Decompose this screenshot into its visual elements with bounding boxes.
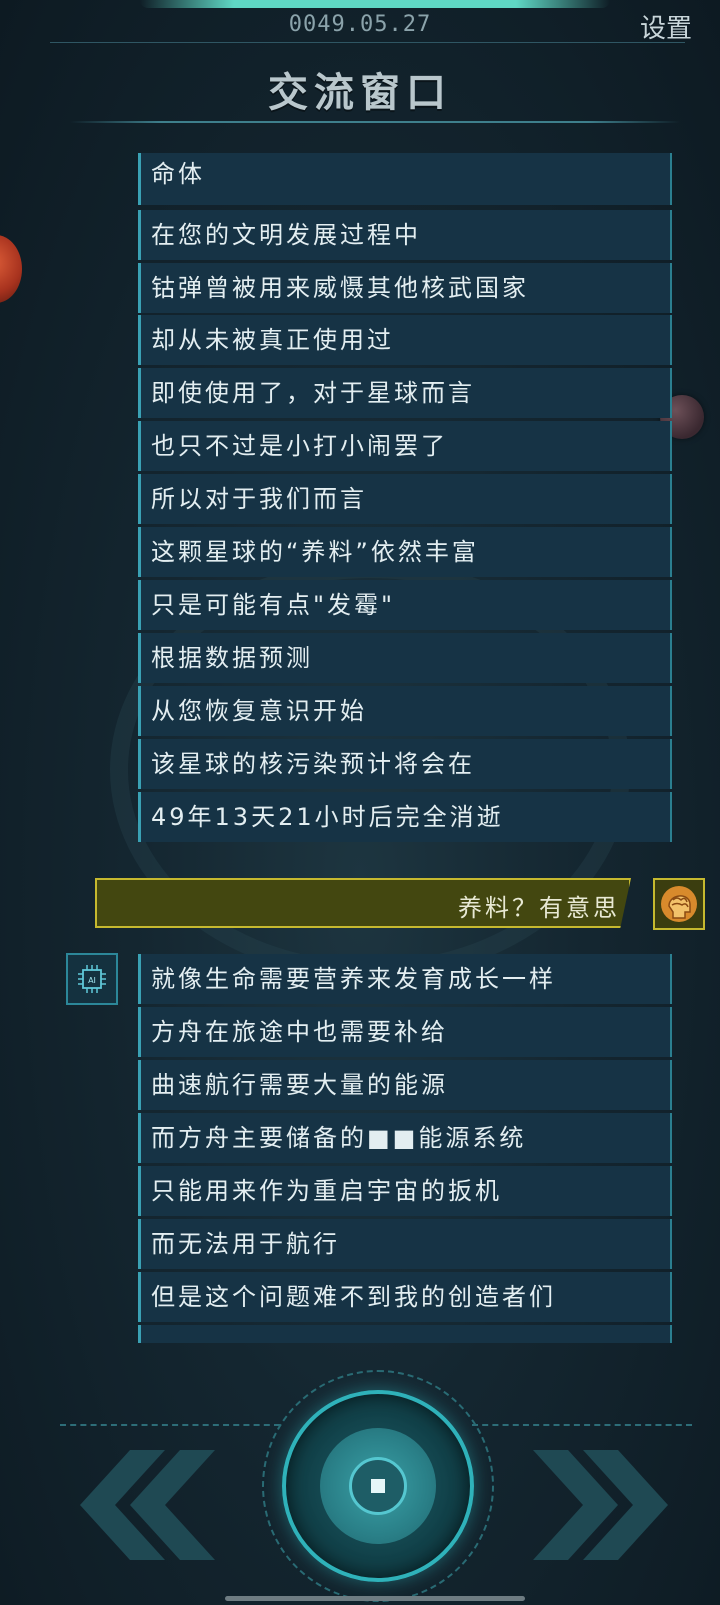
chat-message: 49年13天21小时后完全消逝 [138,792,672,842]
settings-button[interactable]: 设置 [640,8,692,45]
chat-message: 这颗星球的“养料”依然丰富 [138,527,672,577]
chat-message: 命体 [138,153,672,205]
ai-chip-icon: AI [78,965,106,993]
user-avatar [653,878,705,930]
game-date: 0049.05.27 [288,12,432,37]
chat-message: 方舟在旅途中也需要补给 [138,1007,672,1057]
chat-message: 而无法用于航行 [138,1219,672,1269]
chat-message: 就像生命需要营养来发育成长一样 [138,954,672,1004]
chat-message: 从您恢复意识开始 [138,686,672,736]
bottom-divider-left [60,1424,280,1426]
chat-message: 根据数据预测 [138,633,672,683]
chat-message: 但是这个问题难不到我的创造者们 [138,1272,672,1322]
chat-message: 也只不过是小打小闹罢了 [138,421,672,471]
chat-message: 却从未被真正使用过 [138,315,672,365]
chat-message: 只能用来作为重启宇宙的扳机 [138,1166,672,1216]
bottom-divider-right [472,1424,692,1426]
center-stop-icon[interactable] [349,1457,407,1515]
brain-head-icon [661,886,697,922]
chat-message-partial [138,1325,672,1343]
chat-message: 所以对于我们而言 [138,474,672,524]
chat-message: 只是可能有点"发霉" [138,580,672,630]
top-glow-bar [140,0,610,8]
page-title: 交流窗口 [268,70,452,116]
chat-message: 曲速航行需要大量的能源 [138,1060,672,1110]
next-chevron-icon[interactable] [528,1450,678,1560]
ai-avatar: AI [66,953,118,1005]
chat-log[interactable]: 命体 在您的文明发展过程中 钴弹曾被用来威慑其他核武国家 却从未被真正使用过 即… [0,153,720,1343]
chat-message: 而方舟主要储备的■■能源系统 [138,1113,672,1163]
user-reply-text: 养料？有意思 [458,894,620,922]
chat-message: 在您的文明发展过程中 [138,210,672,260]
ai-chip-label: AI [88,976,96,985]
title-underline [70,121,680,123]
previous-chevron-icon[interactable] [70,1450,220,1560]
header-divider [50,42,685,43]
chat-message: 该星球的核污染预计将会在 [138,739,672,789]
home-indicator[interactable] [225,1596,525,1601]
chat-message: 即使使用了，对于星球而言 [138,368,672,418]
chat-message: 钴弹曾被用来威慑其他核武国家 [138,263,672,313]
